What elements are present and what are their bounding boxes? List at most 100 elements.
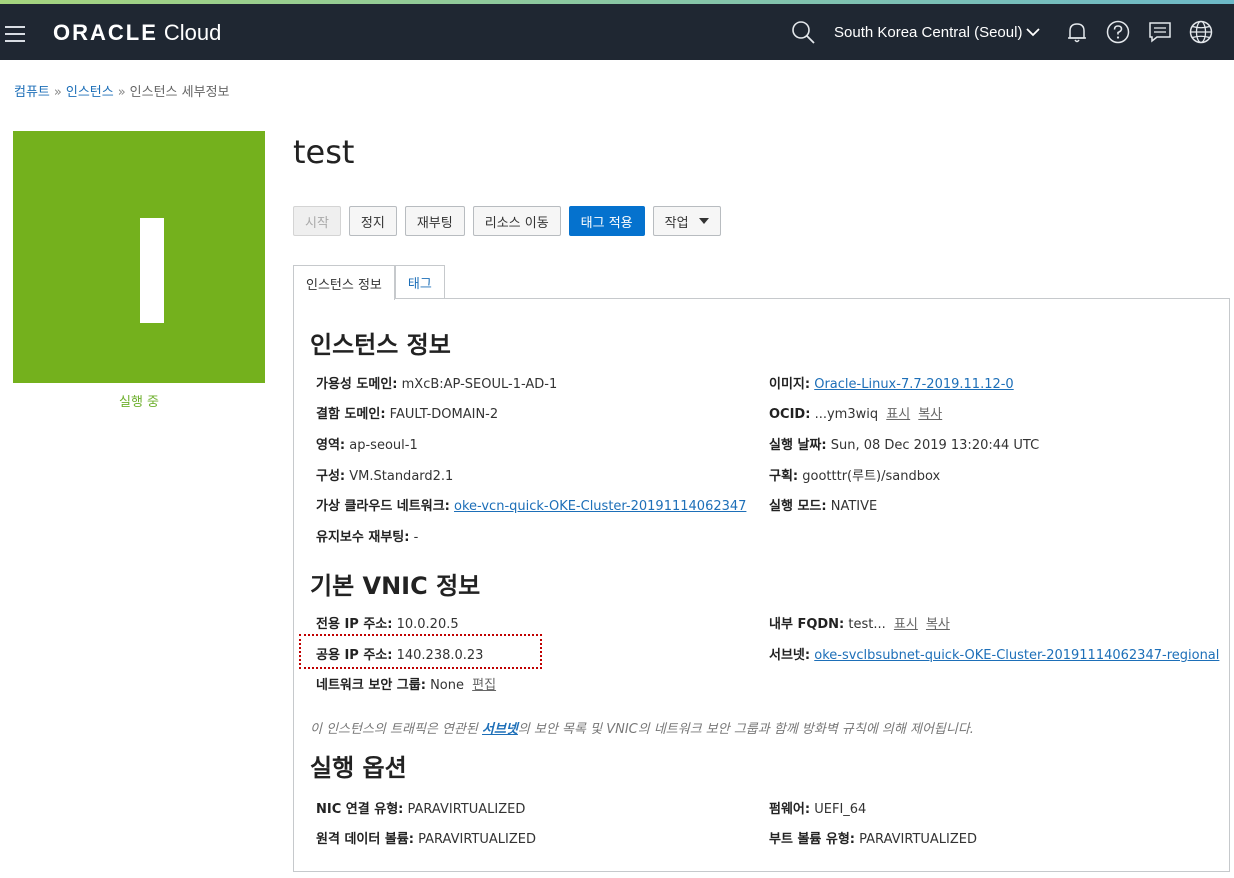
field-value: gootttr(루트)/sandbox [802, 469, 941, 484]
subnet-link[interactable]: oke-svclbsubnet-quick-OKE-Cluster-201911… [814, 648, 1219, 663]
region-selector[interactable]: South Korea Central (Seoul) [834, 24, 1041, 41]
instance-status-tile [13, 131, 265, 383]
launch-mode-field: 실행 모드: NATIVE [769, 495, 877, 514]
actions-dropdown-label: 작업 [664, 215, 689, 231]
field-label: 서브넷: [769, 648, 811, 663]
chat-icon[interactable] [1147, 19, 1173, 45]
field-value: NATIVE [830, 499, 878, 514]
breadcrumb-separator: » [53, 85, 62, 100]
menu-icon[interactable] [5, 26, 25, 42]
field-label: 유지보수 재부팅: [316, 530, 410, 545]
field-label: 내부 FQDN: [769, 617, 845, 632]
brand-name: ORACLE [53, 20, 158, 45]
boot-volume-field: 부트 볼륨 유형: PARAVIRTUALIZED [769, 828, 977, 847]
field-label: 결함 도메인: [316, 407, 386, 422]
remote-volume-field: 원격 데이터 볼륨: PARAVIRTUALIZED [316, 828, 536, 847]
breadcrumb-current: 인스턴스 세부정보 [129, 85, 230, 100]
field-value: test... [848, 617, 886, 632]
field-label: 네트워크 보안 그룹: [316, 678, 426, 693]
field-label: 영역: [316, 438, 346, 453]
field-label: NIC 연결 유형: [316, 802, 404, 817]
bell-icon[interactable] [1064, 19, 1090, 45]
tab-instance-info[interactable]: 인스턴스 정보 [293, 265, 395, 300]
breadcrumb: 컴퓨트» 인스턴스» 인스턴스 세부정보 [14, 81, 229, 100]
apply-tag-button[interactable]: 태그 적용 [568, 206, 645, 236]
launched-field: 실행 날짜: Sun, 08 Dec 2019 13:20:44 UTC [769, 434, 1039, 453]
field-value: PARAVIRTUALIZED [859, 832, 977, 847]
field-value: mXcB:AP-SEOUL-1-AD-1 [401, 377, 558, 392]
fqdn-show-link[interactable]: 표시 [894, 617, 918, 632]
public-ip-field: 공용 IP 주소: 140.238.0.23 [316, 644, 483, 663]
field-value: PARAVIRTUALIZED [407, 802, 526, 817]
field-label: 가상 클라우드 네트워크: [316, 499, 450, 514]
nic-attachment-field: NIC 연결 유형: PARAVIRTUALIZED [316, 798, 525, 817]
field-label: 펌웨어: [769, 802, 811, 817]
chevron-down-icon [1026, 24, 1041, 41]
compartment-field: 구획: gootttr(루트)/sandbox [769, 465, 940, 484]
move-resource-button[interactable]: 리소스 이동 [472, 206, 561, 236]
tab-tags[interactable]: 태그 [394, 265, 445, 299]
internal-fqdn-field: 내부 FQDN: test... 표시 복사 [769, 613, 950, 632]
globe-icon[interactable] [1188, 19, 1214, 45]
nsg-edit-link[interactable]: 편집 [472, 678, 496, 693]
firewall-note: 이 인스턴스의 트래픽은 연관된 서브넷의 보안 목록 및 VNIC의 네트워크… [310, 718, 974, 737]
field-label: OCID: [769, 407, 811, 422]
subnet-field: 서브넷: oke-svclbsubnet-quick-OKE-Cluster-2… [769, 644, 1219, 663]
note-subnet-link[interactable]: 서브넷 [482, 722, 518, 737]
field-label: 실행 모드: [769, 499, 827, 514]
vcn-field: 가상 클라우드 네트워크: oke-vcn-quick-OKE-Cluster-… [316, 495, 746, 514]
fault-domain-field: 결함 도메인: FAULT-DOMAIN-2 [316, 403, 498, 422]
stop-button[interactable]: 정지 [348, 206, 397, 236]
caret-down-icon [698, 218, 709, 224]
action-toolbar: 시작 정지 재부팅 리소스 이동 태그 적용 작업 [293, 206, 721, 236]
image-link[interactable]: Oracle-Linux-7.7-2019.11.12-0 [814, 377, 1013, 392]
field-label: 원격 데이터 볼륨: [316, 832, 414, 847]
vnic-info-heading: 기본 VNIC 정보 [310, 572, 481, 600]
ocid-copy-link[interactable]: 복사 [918, 407, 942, 422]
instance-letter-glyph [140, 218, 164, 323]
oracle-cloud-logo[interactable]: ORACLE Cloud [53, 20, 221, 46]
field-value: PARAVIRTUALIZED [418, 832, 536, 847]
field-value: FAULT-DOMAIN-2 [389, 407, 499, 422]
maintenance-reboot-field: 유지보수 재부팅: - [316, 526, 418, 545]
field-value: 10.0.20.5 [396, 617, 459, 632]
instance-info-heading: 인스턴스 정보 [310, 331, 451, 359]
field-value: ...ym3wiq [814, 407, 879, 422]
ocid-field: OCID: ...ym3wiq 표시 복사 [769, 403, 942, 422]
help-icon[interactable] [1105, 19, 1131, 45]
breadcrumb-compute[interactable]: 컴퓨트 [14, 85, 50, 100]
field-value: - [413, 530, 419, 545]
field-label: 실행 날짜: [769, 438, 827, 453]
field-value: None [430, 678, 464, 693]
shape-field: 구성: VM.Standard2.1 [316, 465, 453, 484]
private-ip-field: 전용 IP 주소: 10.0.20.5 [316, 613, 459, 632]
actions-dropdown-button[interactable]: 작업 [652, 206, 721, 236]
field-label: 가용성 도메인: [316, 377, 398, 392]
fqdn-copy-link[interactable]: 복사 [926, 617, 950, 632]
firmware-field: 펌웨어: UEFI_64 [769, 798, 866, 817]
field-value: UEFI_64 [814, 802, 867, 817]
image-field: 이미지: Oracle-Linux-7.7-2019.11.12-0 [769, 373, 1014, 392]
availability-domain-field: 가용성 도메인: mXcB:AP-SEOUL-1-AD-1 [316, 373, 557, 392]
detail-tabs: 인스턴스 정보 태그 [293, 265, 445, 300]
search-icon[interactable] [790, 19, 816, 45]
field-value: 140.238.0.23 [396, 648, 484, 663]
ocid-show-link[interactable]: 표시 [886, 407, 910, 422]
nsg-field: 네트워크 보안 그룹: None 편집 [316, 674, 496, 693]
note-text: 의 보안 목록 및 VNIC의 네트워크 보안 그룹과 함께 방화벽 규칙에 의… [517, 722, 974, 737]
breadcrumb-separator: » [117, 85, 126, 100]
field-label: 구획: [769, 469, 799, 484]
start-button[interactable]: 시작 [293, 206, 341, 236]
page-title: test [293, 133, 355, 171]
instance-status-text: 실행 중 [118, 395, 159, 410]
top-navigation-bar: ORACLE Cloud South Korea Central (Seoul) [0, 4, 1234, 60]
field-value: Sun, 08 Dec 2019 13:20:44 UTC [830, 438, 1040, 453]
reboot-button[interactable]: 재부팅 [404, 206, 465, 236]
field-label: 이미지: [769, 377, 811, 392]
field-label: 전용 IP 주소: [316, 617, 393, 632]
vcn-link[interactable]: oke-vcn-quick-OKE-Cluster-20191114062347 [454, 499, 746, 514]
field-label: 공용 IP 주소: [316, 648, 393, 663]
breadcrumb-instances[interactable]: 인스턴스 [66, 85, 114, 100]
region-label: South Korea Central (Seoul) [834, 24, 1023, 41]
product-name: Cloud [163, 20, 222, 45]
